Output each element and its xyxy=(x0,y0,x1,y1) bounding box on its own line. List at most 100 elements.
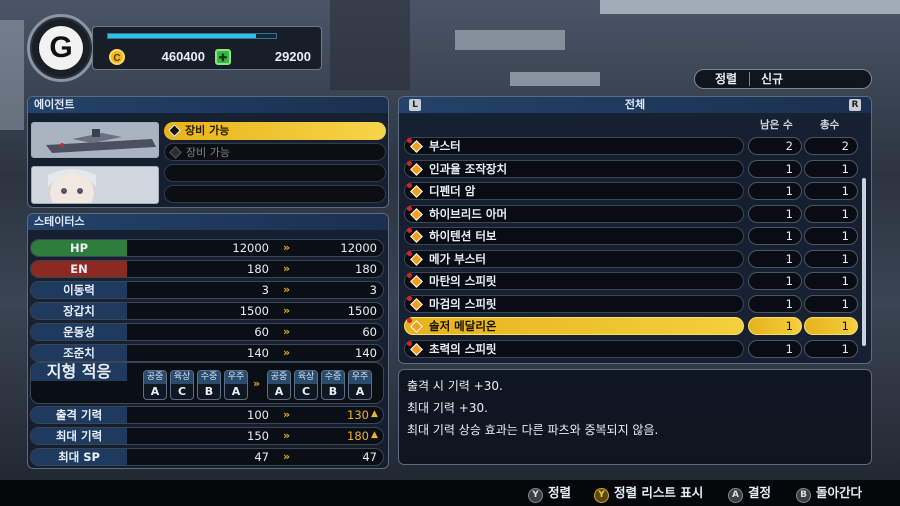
equip-slot-4[interactable] xyxy=(164,185,386,203)
sort-indicator[interactable]: 정렬 신규 xyxy=(694,69,872,89)
stat-next: 180 xyxy=(355,262,377,276)
progress-gauge xyxy=(107,33,277,39)
part-list-item[interactable]: 부스터 2 2 xyxy=(404,137,858,155)
equip-diamond-icon xyxy=(168,124,181,137)
part-list-item[interactable]: 하이브리드 아머 1 1 xyxy=(404,204,858,223)
new-dot-icon xyxy=(407,340,412,346)
terrain-box: 육상 C xyxy=(170,370,194,400)
ceiling-light xyxy=(510,72,600,86)
terrain-type: 우주 xyxy=(225,371,247,384)
part-list-item[interactable]: 초력의 스피릿 1 1 xyxy=(404,339,858,358)
stat-current: 140 xyxy=(247,346,269,360)
part-list-item[interactable]: 마탄의 스피릿 1 1 xyxy=(404,272,858,290)
new-dot-icon xyxy=(407,183,412,188)
new-dot-icon xyxy=(407,295,412,301)
part-remaining: 1 xyxy=(748,294,802,313)
list-scrollbar[interactable] xyxy=(862,178,866,346)
part-name: 인과율 조작장치 xyxy=(404,159,744,178)
part-diamond-icon xyxy=(410,320,423,333)
status-panel-title: 스테이터스 xyxy=(28,214,388,230)
equip-slot-1-label: 장비 가능 xyxy=(185,124,230,137)
part-remaining: 1 xyxy=(748,249,802,268)
confirm-control[interactable]: A 결정 xyxy=(728,485,771,503)
description-line-3: 최대 기력 상승 효과는 다른 파츠와 중복되지 않음. xyxy=(407,423,659,437)
parts-point-icon: ✚ xyxy=(215,49,231,65)
terrain-type: 수중 xyxy=(322,371,344,384)
part-name-text: 디펜더 암 xyxy=(429,184,476,198)
sort-label: 정렬 xyxy=(715,72,738,86)
y-button-icon: Y xyxy=(528,488,543,503)
part-list-item[interactable]: 하이텐션 터보 1 1 xyxy=(404,227,858,245)
terrain-grade: B xyxy=(204,385,214,398)
stat-row-armor: 장갑치 1500 » 1500 xyxy=(30,302,384,320)
pilot-portrait xyxy=(31,166,159,204)
part-total: 1 xyxy=(804,204,858,223)
part-name: 메가 부스터 xyxy=(404,249,744,268)
wall-panel xyxy=(0,20,24,130)
new-dot-icon xyxy=(407,318,412,323)
part-list-item[interactable]: 메가 부스터 1 1 xyxy=(404,249,858,268)
stat-next: 60 xyxy=(362,325,377,339)
part-name: 마검의 스피릿 xyxy=(404,294,744,313)
part-list-item[interactable]: 인과율 조작장치 1 1 xyxy=(404,159,858,178)
stat-label: 출격 기력 xyxy=(31,407,127,423)
arrow-icon: » xyxy=(283,408,291,421)
part-total: 1 xyxy=(804,249,858,268)
description-line-1: 출격 시 기력 +30. xyxy=(407,379,503,393)
stat-row-max-morale: 최대 기력 150 » 180 ▲ xyxy=(30,427,384,445)
part-name-text: 하이텐션 터보 xyxy=(429,229,497,243)
terrain-box: 우주 A xyxy=(348,370,372,400)
equip-slot-1[interactable]: 장비 가능 xyxy=(164,122,386,140)
new-dot-icon xyxy=(407,228,412,233)
column-remaining: 남은 수 xyxy=(760,119,793,131)
sort-control[interactable]: Y 정렬 xyxy=(528,485,572,503)
part-list-item[interactable]: 디펜더 암 11 xyxy=(404,182,858,200)
part-total: 2 xyxy=(804,137,858,155)
terrain-adaptation-row: 지형 적응 공중 A 육상 C 수중 B 우주 A » 공중 A 육상 C 수중 B 우주 A xyxy=(30,362,384,404)
increase-arrow-icon: ▲ xyxy=(371,430,378,440)
credits-value: 460400 xyxy=(161,49,205,64)
terrain-box: 공중 A xyxy=(267,370,291,400)
tab-right-button[interactable]: R xyxy=(849,99,861,111)
equip-slot-2[interactable]: 장비 가능 xyxy=(164,143,386,161)
terrain-box: 육상 C xyxy=(294,370,318,400)
part-list-item[interactable]: 마검의 스피릿 1 1 xyxy=(404,294,858,313)
part-name-text: 마검의 스피릿 xyxy=(429,296,497,311)
part-remaining: 1 xyxy=(748,339,802,358)
part-total: 1 xyxy=(804,317,858,335)
control-label: 정렬 xyxy=(548,485,572,500)
part-list-item[interactable]: 솔저 메달리온 1 1 xyxy=(404,317,858,335)
tab-left-button[interactable]: L xyxy=(409,99,421,111)
part-name: 하이브리드 아머 xyxy=(404,204,744,223)
terrain-type: 수중 xyxy=(198,371,220,384)
terrain-grade: A xyxy=(150,385,160,398)
equip-slot-3[interactable] xyxy=(164,164,386,182)
stat-current: 100 xyxy=(247,408,269,422)
stat-next: 47 xyxy=(362,450,377,464)
terrain-grade: A xyxy=(355,385,365,398)
new-dot-icon xyxy=(407,250,412,256)
battleship-icon xyxy=(32,123,158,157)
part-name-text: 인과율 조작장치 xyxy=(429,161,508,176)
part-diamond-icon xyxy=(410,342,423,356)
stat-row-movement: 이동력 3 » 3 xyxy=(30,281,384,299)
category-tab-bar: L 전체 R xyxy=(399,97,871,113)
terrain-type: 우주 xyxy=(349,371,371,384)
description-line-2: 최대 기력 +30. xyxy=(407,401,488,415)
arrow-icon: » xyxy=(283,450,291,463)
terrain-box: 우주 A xyxy=(224,370,248,400)
ceiling-light xyxy=(455,30,565,50)
y-button-icon: Y xyxy=(594,488,609,503)
part-name-text: 솔저 메달리온 xyxy=(429,319,497,333)
terrain-type: 육상 xyxy=(295,371,317,384)
sort-list-control[interactable]: Y 정렬 리스트 표시 xyxy=(594,485,703,503)
part-remaining: 1 xyxy=(748,227,802,245)
category-tab-title[interactable]: 전체 xyxy=(625,98,645,111)
part-name: 솔저 메달리온 xyxy=(404,317,744,335)
part-name: 부스터 xyxy=(404,137,744,155)
stat-current: 47 xyxy=(254,450,269,464)
part-diamond-icon xyxy=(410,230,423,243)
back-control[interactable]: B 돌아간다 xyxy=(796,485,862,503)
arrow-icon: » xyxy=(283,241,291,254)
stat-row-max-sp: 최대 SP 47 » 47 xyxy=(30,448,384,466)
